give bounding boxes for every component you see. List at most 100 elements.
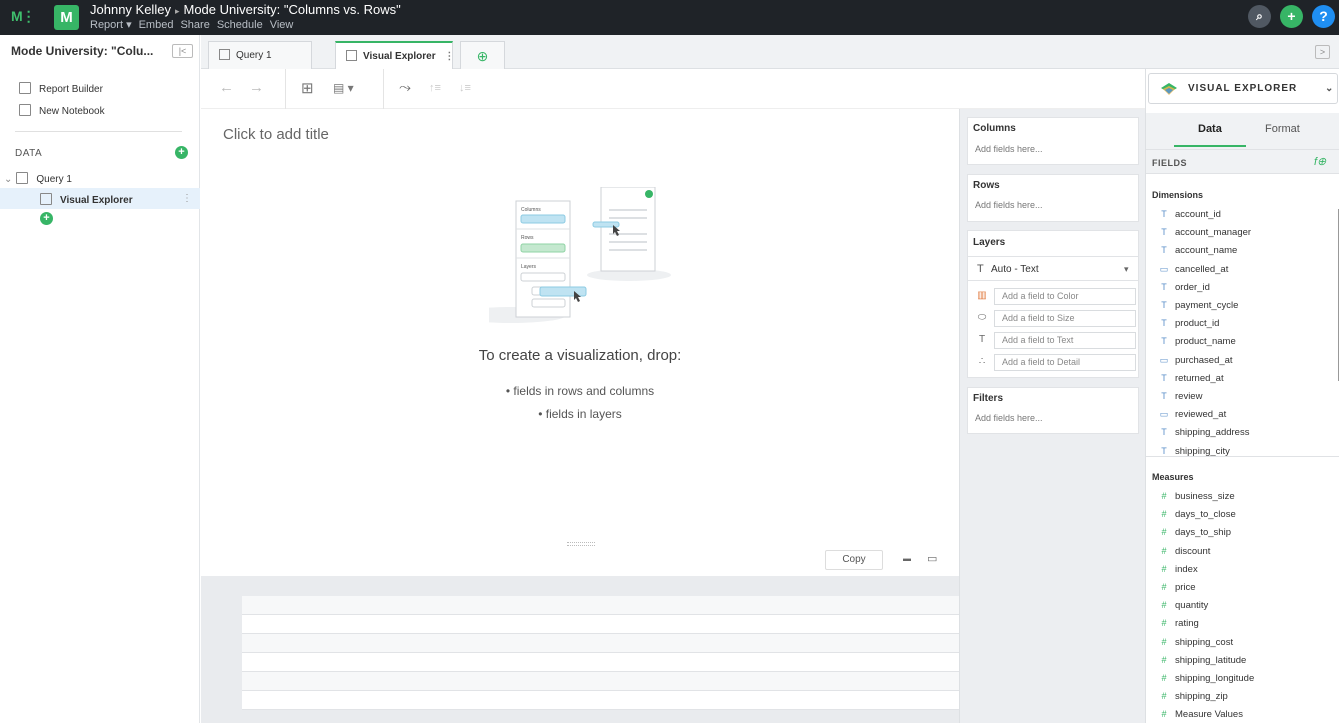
menu-embed[interactable]: Embed: [139, 19, 174, 31]
dimension-field[interactable]: Tproduct_id: [1159, 318, 1219, 329]
visual-explorer-selector-label: VISUAL EXPLORER: [1188, 83, 1298, 94]
measure-field-label: rating: [1175, 618, 1199, 630]
chart-icon: [40, 193, 52, 205]
number-type-icon: #: [1161, 618, 1167, 629]
toolbar-divider: [285, 69, 286, 109]
dimension-field[interactable]: ▭ cancelled_at: [1159, 263, 1229, 275]
measure-field[interactable]: # shipping_latitude: [1159, 655, 1246, 666]
dimension-field[interactable]: Treturned_at: [1159, 373, 1223, 384]
new-chart-tab-button[interactable]: ⊕: [460, 41, 505, 69]
columns-drop-zone[interactable]: Add fields here...: [975, 144, 1043, 154]
tab-format[interactable]: Format: [1265, 123, 1300, 135]
filters-shelf[interactable]: Filters Add fields here...: [967, 387, 1139, 434]
text-field-placeholder[interactable]: Add a field to Text: [994, 332, 1136, 349]
top-bar: M⋮ M Johnny Kelley ▸ Mode University: "Col…: [0, 0, 1339, 35]
add-chart-icon[interactable]: ⊞: [301, 79, 314, 97]
resize-handle[interactable]: [567, 542, 595, 546]
size-field-placeholder[interactable]: Add a field to Size: [994, 310, 1136, 327]
measure-field[interactable]: # shipping_cost: [1159, 637, 1233, 648]
columns-shelf[interactable]: Columns Add fields here...: [967, 117, 1139, 165]
tab-more-icon[interactable]: ⋮: [444, 51, 454, 62]
sort-descending-icon[interactable]: ↓≡: [459, 82, 471, 94]
dimension-field[interactable]: Tproduct_name: [1159, 336, 1235, 347]
dimension-field[interactable]: Tshipping_city: [1159, 446, 1230, 457]
illustration-rows-label: Rows: [521, 235, 534, 241]
measure-field[interactable]: # rating: [1159, 618, 1199, 630]
dimension-field[interactable]: Tshipping_address: [1159, 427, 1249, 438]
menu-report[interactable]: Report ▾: [90, 19, 132, 31]
menu-view[interactable]: View: [270, 19, 294, 31]
tab-query-1[interactable]: Query 1: [208, 41, 312, 69]
new-notebook-link[interactable]: New Notebook: [19, 104, 105, 117]
chart-title-input[interactable]: Click to add title: [223, 126, 329, 143]
visual-explorer-logo-icon: [1161, 83, 1177, 95]
report-builder-link[interactable]: Report Builder: [19, 82, 103, 95]
measure-field[interactable]: # price: [1159, 582, 1195, 593]
mode-logo[interactable]: M⋮: [11, 8, 36, 25]
fields-panel: VISUAL EXPLORER ⌄ Data Format FIELDS f⊕ …: [1145, 69, 1339, 723]
rows-shelf[interactable]: Rows Add fields here...: [967, 174, 1139, 222]
visual-explorer-selector[interactable]: VISUAL EXPLORER ⌄: [1148, 73, 1338, 104]
visual-explorer-item[interactable]: Visual Explorer: [40, 193, 133, 206]
left-sidebar: Mode University: "Colu... |< Report Buil…: [0, 35, 200, 723]
measure-field[interactable]: # discount: [1159, 546, 1210, 557]
add-query-icon[interactable]: +: [40, 212, 53, 225]
measure-field[interactable]: # business_size: [1159, 491, 1234, 502]
dimension-field[interactable]: ▭ reviewed_at: [1159, 409, 1227, 420]
dimension-field[interactable]: Taccount_manager: [1159, 227, 1251, 238]
dimension-field[interactable]: Treview: [1159, 391, 1202, 402]
author-link[interactable]: Johnny Kelley: [90, 2, 171, 17]
measure-field[interactable]: # Measure Values: [1159, 709, 1242, 720]
chart-type-icon[interactable]: ▤ ▾: [333, 81, 354, 95]
add-data-icon[interactable]: +: [175, 146, 188, 159]
menu-share[interactable]: Share: [180, 19, 209, 31]
measure-field[interactable]: # days_to_close: [1159, 509, 1235, 520]
measure-field[interactable]: # index: [1159, 564, 1197, 575]
measure-field[interactable]: # days_to_ship: [1159, 527, 1231, 538]
tab-visual-explorer[interactable]: Visual Explorer ⋮: [335, 41, 454, 69]
date-type-icon: ▭: [1159, 263, 1169, 274]
redo-icon[interactable]: →: [249, 79, 264, 96]
detail-drop-zone[interactable]: ∴ Add a field to Detail: [973, 354, 1136, 371]
minimize-icon[interactable]: ▬: [903, 554, 911, 563]
help-icon[interactable]: ?: [1312, 5, 1335, 28]
dimension-field[interactable]: Torder_id: [1159, 282, 1210, 293]
color-drop-zone[interactable]: ▥ Add a field to Color: [973, 288, 1136, 305]
dimension-field[interactable]: ▭ purchased_at: [1159, 355, 1233, 366]
report-name: Mode University: "Colu...: [11, 44, 154, 58]
dimension-field[interactable]: Tpayment_cycle: [1159, 300, 1238, 311]
size-drop-zone[interactable]: ⬭ Add a field to Size: [973, 310, 1136, 327]
sort-ascending-icon[interactable]: ↑≡: [429, 82, 441, 94]
undo-icon[interactable]: ←: [219, 79, 234, 96]
report-logo[interactable]: M: [54, 5, 79, 30]
empty-state-heading: To create a visualization, drop:: [478, 347, 682, 364]
tab-data[interactable]: Data: [1198, 123, 1222, 135]
filters-drop-zone[interactable]: Add fields here...: [975, 413, 1043, 423]
calculated-field-icon[interactable]: f⊕: [1314, 155, 1326, 168]
maximize-icon[interactable]: ▭: [927, 552, 937, 565]
menu-schedule[interactable]: Schedule: [217, 19, 263, 31]
caret-icon[interactable]: ⌄: [4, 174, 12, 185]
collapse-sidebar-button[interactable]: |<: [172, 44, 193, 58]
color-field-placeholder[interactable]: Add a field to Color: [994, 288, 1136, 305]
measure-field[interactable]: # shipping_zip: [1159, 691, 1227, 702]
search-icon[interactable]: ⌕: [1248, 5, 1271, 28]
measure-field[interactable]: # shipping_longitude: [1159, 673, 1254, 684]
mark-type-select[interactable]: T Auto - Text ▾: [968, 256, 1138, 281]
dimension-field[interactable]: Taccount_id: [1159, 209, 1221, 220]
expand-right-panel-button[interactable]: >: [1315, 45, 1330, 59]
chevron-down-icon: ⌄: [1325, 83, 1335, 94]
add-icon[interactable]: +: [1280, 5, 1303, 28]
rows-drop-zone[interactable]: Add fields here...: [975, 200, 1043, 210]
swap-axes-icon[interactable]: ⤳: [399, 79, 411, 96]
text-drop-zone[interactable]: T Add a field to Text: [973, 332, 1136, 349]
visual-explorer-more-icon[interactable]: ⋮: [182, 193, 192, 204]
copy-button[interactable]: Copy: [825, 550, 883, 570]
sidebar-item-query-1[interactable]: ⌄ Query 1: [4, 172, 72, 185]
dimension-field[interactable]: Taccount_name: [1159, 245, 1237, 256]
measure-field[interactable]: # quantity: [1159, 600, 1208, 611]
detail-field-placeholder[interactable]: Add a field to Detail: [994, 354, 1136, 371]
report-title[interactable]: Mode University: "Columns vs. Rows": [183, 2, 400, 17]
measure-field-label: discount: [1175, 545, 1211, 557]
fields-label: FIELDS: [1152, 158, 1188, 168]
